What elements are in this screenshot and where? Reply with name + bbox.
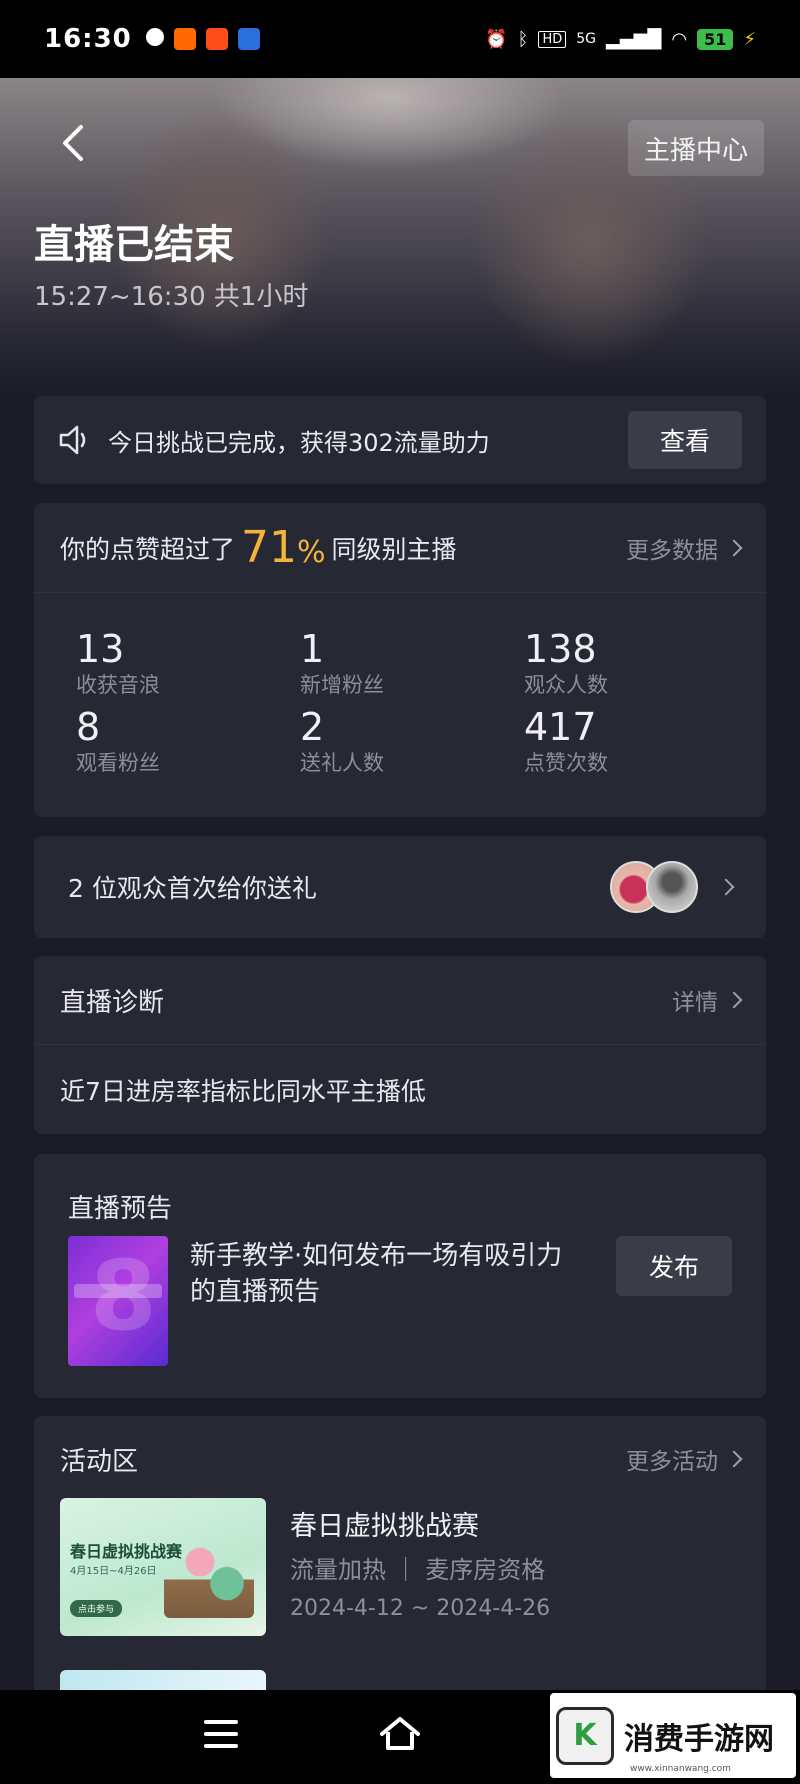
more-data-label: 更多数据 xyxy=(626,537,718,564)
live-preview-card: 直播预告 8 新手教学·如何发布一场有吸引力的直播预告 发布 xyxy=(34,1154,766,1398)
more-activities-link[interactable]: 更多活动 xyxy=(626,1442,743,1476)
back-button[interactable] xyxy=(52,118,92,168)
likes-percent-value: 71 xyxy=(241,522,298,573)
stat-value: 2 xyxy=(300,705,325,749)
bluetooth-icon: ᛒ xyxy=(517,28,529,50)
activity-header: 活动区 更多活动 xyxy=(34,1416,766,1502)
charging-icon: ⚡ xyxy=(743,28,756,50)
live-duration: 15:27~16:30 共1小时 xyxy=(34,282,309,312)
view-button[interactable]: 查看 xyxy=(628,411,742,469)
watermark-logo-icon: K xyxy=(556,1706,614,1765)
stats-intro: 你的点赞超过了 xyxy=(60,534,236,564)
diagnosis-text: 近7日进房率指标比同水平主播低 xyxy=(60,1076,426,1106)
activity-thumbnail[interactable]: 春日虚拟挑战赛 4月15日~4月26日 点击参与 xyxy=(60,1498,266,1636)
stats-card: 你的点赞超过了 71% 同级别主播 更多数据 13 收获音浪 1 新增粉丝 13… xyxy=(34,503,766,817)
hd-label: HD xyxy=(538,30,567,48)
thumbnail-date: 4月15日~4月26日 xyxy=(70,1566,157,1577)
page-title: 直播已结束 xyxy=(34,222,234,268)
stat-value: 8 xyxy=(76,705,101,749)
watermark-name: 消费手游网 xyxy=(624,1721,774,1757)
chevron-right-icon xyxy=(717,878,735,896)
stat-value: 138 xyxy=(524,627,597,671)
taobao-icon xyxy=(173,28,196,50)
stat-value: 13 xyxy=(76,627,125,671)
more-activities-label: 更多活动 xyxy=(626,1449,718,1475)
chevron-left-icon xyxy=(63,125,83,161)
chevron-right-icon xyxy=(725,1450,743,1468)
activity-title: 活动区 xyxy=(60,1446,139,1477)
speaker-icon xyxy=(59,425,86,455)
stat-label: 观看粉丝 xyxy=(76,751,160,775)
live-diagnosis-card: 直播诊断 详情 近7日进房率指标比同水平主播低 xyxy=(34,956,766,1134)
stat-item: 138 观众人数 xyxy=(524,627,748,699)
first-gift-row[interactable]: 2 位观众首次给你送礼 xyxy=(34,836,766,938)
more-data-link[interactable]: 更多数据 xyxy=(626,531,743,565)
stat-item: 13 收获音浪 xyxy=(76,627,300,699)
alarm-icon: ⏰ xyxy=(485,28,508,50)
preview-title: 直播预告 xyxy=(68,1194,173,1224)
avatar xyxy=(646,861,698,913)
activity-card: 活动区 更多活动 春日虚拟挑战赛 4月15日~4月26日 点击参与 春日虚拟挑战… xyxy=(34,1416,766,1710)
activity-date: 2024-4-12 ~ 2024-4-26 xyxy=(290,1596,551,1621)
stat-item: 1 新增粉丝 xyxy=(300,627,524,699)
challenge-banner: 今日挑战已完成，获得302流量助力 查看 xyxy=(34,396,766,484)
stats-suffix: 同级别主播 xyxy=(331,534,457,564)
clock: 16:30 xyxy=(44,24,132,54)
watermark: K 消费手游网 www.xinnanwang.com xyxy=(550,1693,796,1778)
diagnosis-title: 直播诊断 xyxy=(60,987,165,1018)
system-status: ⏰ ᛒ HD 5G ▂▄▆█ ◠ 51 ⚡ xyxy=(485,28,756,50)
wifi-icon: ◠ xyxy=(671,28,688,50)
tutorial-description[interactable]: 新手教学·如何发布一场有吸引力的直播预告 xyxy=(190,1238,580,1310)
stat-item: 8 观看粉丝 xyxy=(76,705,300,777)
signal-icon: ▂▄▆█ xyxy=(606,28,662,50)
network-label: 5G xyxy=(576,31,596,47)
stat-label: 观众人数 xyxy=(524,673,608,697)
home-icon[interactable] xyxy=(378,1714,422,1754)
stats-header: 你的点赞超过了 71% 同级别主播 更多数据 xyxy=(34,503,766,593)
thumbnail-join-button: 点击参与 xyxy=(70,1600,123,1617)
diagnosis-details-link[interactable]: 详情 xyxy=(672,983,743,1017)
percent-sign: % xyxy=(297,535,326,570)
chevron-right-icon xyxy=(725,539,743,556)
activity-tags: 流量加热 ｜ 麦序房资格 xyxy=(290,1556,546,1584)
gifter-avatars xyxy=(610,861,698,913)
thumbnail-decoration xyxy=(164,1532,254,1618)
stat-value: 1 xyxy=(300,627,325,671)
shopping-icon xyxy=(205,28,228,50)
status-bar: 16:30 ⏰ ᛒ HD 5G ▂▄▆█ ◠ 51 ⚡ xyxy=(0,0,800,78)
chevron-right-icon xyxy=(725,991,743,1009)
first-gift-text: 2 位观众首次给你送礼 xyxy=(68,874,317,903)
stat-label: 送礼人数 xyxy=(300,751,384,775)
menu-icon[interactable] xyxy=(204,1720,238,1748)
app-notification-icon xyxy=(145,28,164,46)
tutorial-thumbnail[interactable]: 8 xyxy=(68,1236,168,1366)
stat-label: 新增粉丝 xyxy=(300,673,384,697)
stat-item: 417 点赞次数 xyxy=(524,705,748,777)
publish-button[interactable]: 发布 xyxy=(616,1236,732,1296)
likes-percentile: 71% xyxy=(241,522,326,573)
details-label: 详情 xyxy=(672,990,718,1016)
stat-label: 点赞次数 xyxy=(524,751,608,775)
stats-grid: 13 收获音浪 1 新增粉丝 138 观众人数 8 观看粉丝 2 送礼人数 41… xyxy=(34,593,766,777)
browser-icon xyxy=(237,28,260,50)
stat-label: 收获音浪 xyxy=(76,673,160,697)
watermark-url: www.xinnanwang.com xyxy=(630,1764,731,1774)
anchor-center-button[interactable]: 主播中心 xyxy=(627,120,764,176)
diagnosis-header: 直播诊断 详情 xyxy=(34,956,766,1045)
stat-item: 2 送礼人数 xyxy=(300,705,524,777)
activity-name[interactable]: 春日虚拟挑战赛 xyxy=(290,1504,479,1543)
challenge-text: 今日挑战已完成，获得302流量助力 xyxy=(108,428,490,457)
stat-value: 417 xyxy=(524,705,597,749)
battery-icon: 51 xyxy=(697,28,734,50)
notification-icons xyxy=(145,28,260,50)
thumbnail-ribbon xyxy=(74,1284,162,1298)
